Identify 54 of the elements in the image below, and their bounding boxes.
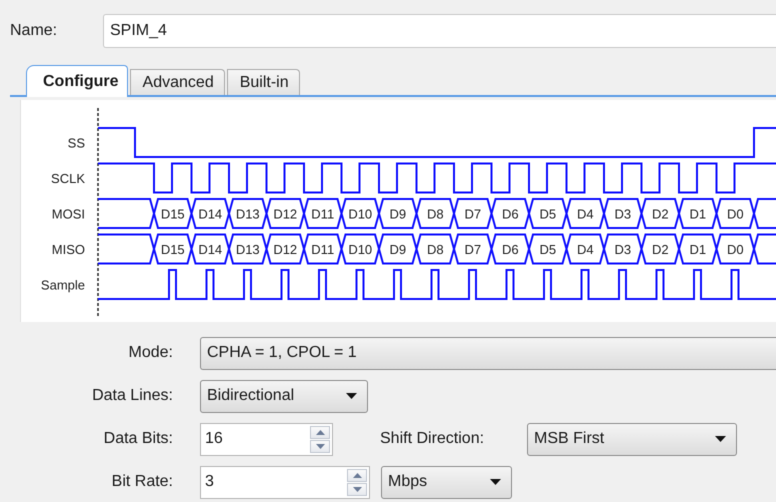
bit-label: D7	[464, 242, 482, 257]
bit-label: D14	[198, 242, 222, 257]
field-label: Bit Rate:	[110, 473, 173, 491]
bit-label: D5	[539, 242, 556, 257]
bit-label: D4	[576, 242, 594, 257]
bit-label: D6	[502, 242, 519, 257]
signal-label: MOSI	[52, 206, 85, 222]
signal-label: Sample	[40, 278, 85, 292]
tab[interactable]: Configure	[26, 65, 128, 97]
bit-label: D8	[426, 206, 444, 222]
caret-icon	[715, 436, 726, 442]
bit-label: D5	[539, 206, 556, 222]
bit-label: D3	[614, 242, 632, 257]
tab[interactable]: Built-in	[226, 69, 300, 95]
bit-label: D1	[689, 242, 706, 257]
signal-label: MISO	[52, 242, 85, 257]
bit-label: D0	[726, 206, 744, 222]
name-label: Name:	[10, 22, 58, 40]
bit-label: D2	[652, 242, 669, 257]
dropdown[interactable]: Bidirectional	[200, 380, 368, 412]
field-label: Shift Direction:	[380, 430, 486, 448]
bit-label: D9	[389, 206, 406, 222]
bit-label: D1	[689, 206, 706, 222]
bit-label: D9	[389, 242, 406, 257]
caret-icon	[490, 479, 501, 485]
bit-label: D15	[160, 242, 185, 257]
field-label: Mode:	[128, 344, 173, 362]
dropdown[interactable]: Mbps	[381, 466, 512, 498]
bit-label: D13	[236, 242, 260, 257]
signal-label: SCLK	[51, 171, 85, 186]
bit-label: D14	[198, 206, 222, 222]
bit-label: D0	[726, 242, 744, 257]
tab[interactable]: Advanced	[130, 69, 225, 95]
bit-label: D12	[273, 242, 298, 257]
bit-label: D11	[311, 206, 334, 222]
bit-label: D4	[576, 206, 594, 222]
dropdown[interactable]: MSB First	[527, 422, 737, 456]
bit-label: D7	[464, 206, 482, 222]
bit-label: D13	[236, 206, 260, 222]
signal-label: SS	[68, 136, 85, 150]
bit-label: D8	[426, 242, 444, 257]
bit-label: D12	[273, 206, 298, 222]
dropdown[interactable]: CPHA = 1, CPOL = 1	[200, 336, 776, 370]
caret-icon	[346, 393, 357, 399]
name-field[interactable]: SPIM_4	[103, 14, 776, 48]
bit-label: D11	[311, 242, 334, 257]
bit-label: D2	[652, 206, 669, 222]
field-label: Data Lines:	[91, 387, 173, 405]
field-label: Data Bits:	[102, 430, 173, 448]
bit-label: D10	[348, 206, 372, 222]
bit-label: D6	[502, 206, 519, 222]
bit-label: D3	[614, 206, 632, 222]
bit-label: D10	[348, 242, 372, 257]
bit-label: D15	[160, 206, 185, 222]
